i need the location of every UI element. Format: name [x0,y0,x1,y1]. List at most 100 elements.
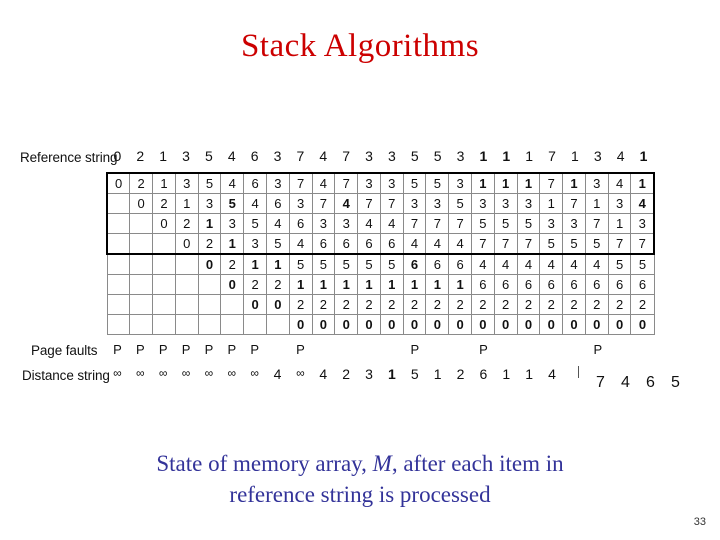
page-fault-cell [266,342,289,357]
matrix-cell: 1 [562,172,586,194]
matrix-cell: 2 [493,294,518,315]
reference-string-cell: 4 [616,148,625,164]
matrix-cell: 0 [516,314,541,335]
matrix-cell: 1 [265,253,290,275]
matrix-cell: 5 [220,193,245,214]
matrix-cell: 6 [288,213,313,234]
reference-string-cell: 3 [273,148,282,164]
matrix-cell: 6 [630,274,655,295]
matrix-cell: 6 [562,274,586,295]
matrix-cell [129,233,154,255]
matrix-cell: 0 [334,314,359,335]
matrix-cell: 0 [562,314,586,335]
matrix-cell [129,274,154,295]
matrix-cell: 0 [197,253,222,275]
matrix-cell: 2 [334,294,359,315]
matrix-cell: 7 [334,172,359,194]
matrix-cell: 2 [630,294,655,315]
matrix-cell: 4 [493,253,518,275]
matrix-cell: 3 [379,172,404,194]
page-faults-row: PPPPPPPPPPP [106,342,655,357]
matrix-cell: 2 [152,193,176,214]
matrix-cell: 6 [334,233,359,255]
matrix-cell: 6 [516,274,541,295]
reference-string-cell: 7 [296,148,305,164]
matrix-cell: 1 [357,274,381,295]
matrix-row: 002222222222222222 [106,294,655,315]
matrix-cell: 4 [220,172,245,194]
matrix-cell: 2 [425,294,450,315]
matrix-cell: 2 [220,253,245,275]
matrix-cell: 2 [129,172,154,194]
reference-string-cell: 3 [456,148,465,164]
distance-string-cell: ∞ [227,366,237,380]
matrix-cell: 1 [402,274,427,295]
matrix-cell: 0 [402,314,427,335]
matrix-cell: 7 [493,233,518,255]
page-fault-cell [518,342,541,357]
matrix-cell: 1 [493,172,518,194]
matrix-cell [129,294,154,315]
distance-string-cell: ∞ [204,366,214,380]
matrix-cell: 0 [129,193,154,214]
matrix-cell: 0 [152,213,176,234]
matrix-cell: 7 [448,213,472,234]
matrix-cell [106,253,131,275]
matrix-cell: 4 [357,213,381,234]
matrix-cell: 3 [311,213,336,234]
matrix-cell: 3 [197,193,222,214]
matrix-cell [152,314,176,335]
matrix-cell: 7 [539,172,564,194]
matrix-cell: 6 [584,274,609,295]
matrix-cell: 4 [311,172,336,194]
matrix-cell: 1 [197,213,222,234]
matrix-cell [197,294,222,315]
matrix-cell: 1 [334,274,359,295]
matrix-cell: 5 [516,213,541,234]
matrix-cell: 5 [265,233,290,255]
matrix-cell: 3 [448,172,472,194]
separator-tick [578,366,579,378]
matrix-cell: 5 [630,253,655,275]
reference-string-cell: 5 [410,148,419,164]
matrix-cell: 6 [425,253,450,275]
reference-string-cell: 7 [548,148,556,164]
matrix-cell: 0 [584,314,609,335]
matrix-cell [174,314,199,335]
matrix-cell [106,274,131,295]
page-fault-cell: P [250,342,260,357]
matrix-cell: 6 [311,233,336,255]
reference-string-cell: 6 [250,148,259,164]
reference-string-cell: 5 [433,148,442,164]
matrix-cell [197,274,222,295]
matrix-cell: 1 [607,213,632,234]
matrix-cell [220,314,245,335]
matrix-cell: 6 [471,274,495,295]
matrix-cell: 0 [243,294,267,315]
matrix-cell [106,294,131,315]
page-fault-cell [609,342,632,357]
matrix-cell: 0 [425,314,450,335]
distance-overflow-cell: 7 [596,374,605,391]
matrix-cell [265,314,290,335]
figure-caption: State of memory array, M, after each ite… [60,448,660,510]
matrix-cell [129,253,154,275]
matrix-cell: 0 [493,314,518,335]
matrix-cell: 5 [197,172,222,194]
matrix-cell: 2 [197,233,222,255]
matrix-cell: 2 [471,294,495,315]
page-fault-cell: P [479,342,488,357]
matrix-cell: 4 [471,253,495,275]
matrix-cell [220,294,245,315]
matrix-cell: 2 [448,294,472,315]
matrix-cell: 6 [539,274,564,295]
matrix-row: 02135463747733533317134 [106,193,656,214]
page-fault-cell: P [113,342,122,357]
reference-string-cell: 1 [502,148,511,164]
matrix-cell: 1 [448,274,472,295]
page-fault-cell [312,342,335,357]
matrix-cell: 3 [402,193,427,214]
matrix-cell: 5 [493,213,518,234]
distance-string-cell: 6 [479,366,488,382]
matrix-row: 0221111111166666666 [106,274,655,295]
